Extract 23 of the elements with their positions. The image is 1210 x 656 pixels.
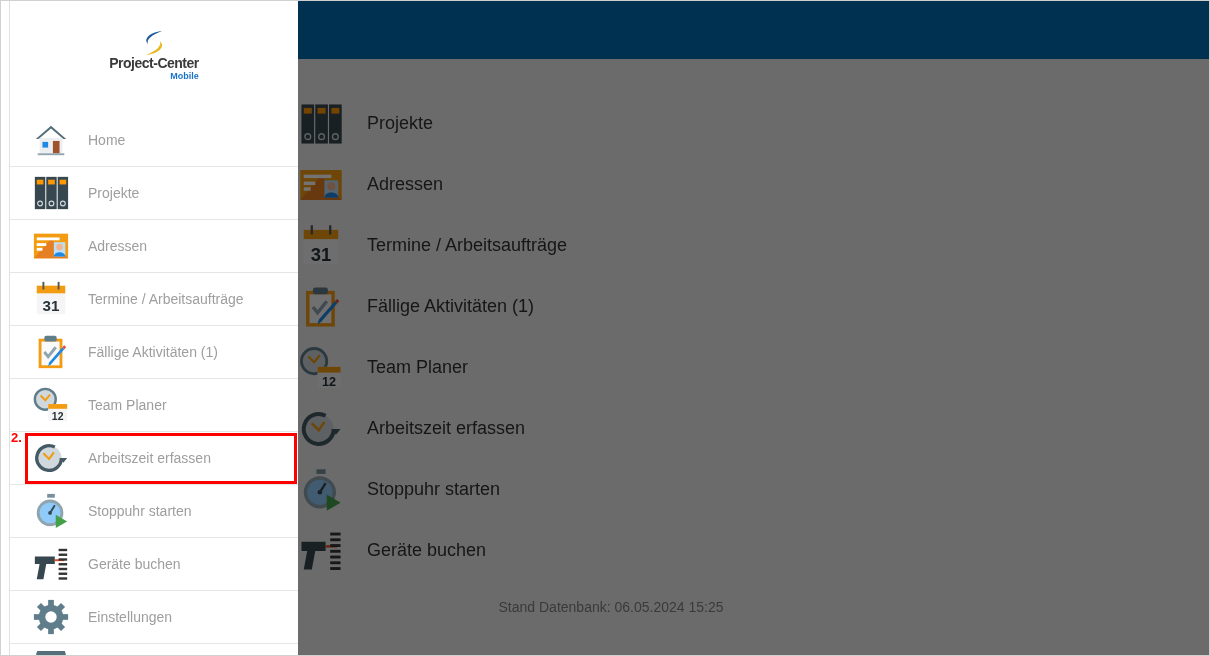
drawer-item[interactable]: Geräte buchen bbox=[10, 538, 298, 591]
menu-item[interactable]: Geräte buchen bbox=[298, 520, 1209, 581]
drawer-item[interactable]: Adressen bbox=[10, 220, 298, 273]
drawer-item[interactable]: Arbeitszeit erfassen 2. bbox=[10, 432, 298, 485]
drawer-item[interactable]: Einstellungen bbox=[10, 591, 298, 644]
drawer-item[interactable]: Fällige Aktivitäten (1) bbox=[10, 326, 298, 379]
menu-item[interactable]: Projekte bbox=[298, 93, 1209, 154]
drawer-item[interactable]: Home bbox=[10, 114, 298, 167]
drawer-item[interactable]: 31 Termine / Arbeitsaufträge bbox=[10, 273, 298, 326]
settings-icon bbox=[32, 598, 70, 636]
binders-icon bbox=[32, 174, 70, 212]
menu-item[interactable]: Fällige Aktivitäten (1) bbox=[298, 276, 1209, 337]
logo-name: Project-Center bbox=[109, 54, 199, 71]
logo-subtitle: Mobile bbox=[170, 70, 199, 81]
menu-item[interactable]: Arbeitszeit erfassen bbox=[298, 398, 1209, 459]
annotation-label: 2. bbox=[11, 429, 22, 447]
drawer-item[interactable]: 12 Team Planer bbox=[10, 379, 298, 432]
drawer-item[interactable]: Stoppuhr starten bbox=[10, 485, 298, 538]
drawer-item[interactable]: Projekte bbox=[10, 167, 298, 220]
menu-item[interactable]: 31 Termine / Arbeitsaufträge bbox=[298, 215, 1209, 276]
menu-item[interactable]: Adressen bbox=[298, 154, 1209, 215]
menu-item[interactable]: 12 Team Planer bbox=[298, 337, 1209, 398]
menu-item[interactable]: Stoppuhr starten bbox=[298, 459, 1209, 520]
